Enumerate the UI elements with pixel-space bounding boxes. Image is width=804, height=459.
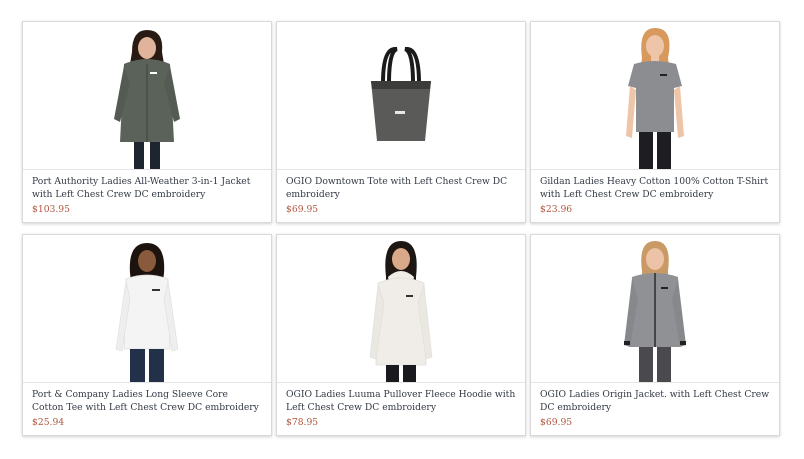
- product-card[interactable]: OGIO Downtown Tote with Left Chest Crew …: [276, 21, 526, 223]
- product-price: $103.95: [32, 204, 70, 215]
- product-price: $69.95: [286, 204, 319, 215]
- product-price: $23.96: [540, 204, 573, 215]
- product-card[interactable]: Port Authority Ladies All-Weather 3-in-1…: [22, 21, 272, 223]
- hoodie-woman-image: [369, 241, 433, 382]
- product-title[interactable]: OGIO Ladies Luuma Pullover Fleece Hoodie…: [286, 389, 516, 414]
- product-image[interactable]: [23, 235, 271, 383]
- product-image[interactable]: [277, 22, 525, 170]
- product-title[interactable]: Port & Company Ladies Long Sleeve Core C…: [32, 389, 262, 414]
- longsleeve-woman-image: [115, 243, 179, 382]
- product-price: $69.95: [540, 417, 573, 428]
- product-card[interactable]: OGIO Ladies Luuma Pullover Fleece Hoodie…: [276, 234, 526, 436]
- product-title[interactable]: OGIO Downtown Tote with Left Chest Crew …: [286, 176, 516, 201]
- product-image[interactable]: [531, 22, 779, 170]
- fleece-jacket-woman-image: [624, 241, 686, 382]
- product-image[interactable]: [531, 235, 779, 383]
- product-title[interactable]: Port Authority Ladies All-Weather 3-in-1…: [32, 176, 262, 201]
- product-card[interactable]: Port & Company Ladies Long Sleeve Core C…: [22, 234, 272, 436]
- tote-bag-image: [371, 46, 431, 141]
- product-grid: Port Authority Ladies All-Weather 3-in-1…: [22, 21, 780, 436]
- product-image[interactable]: [23, 22, 271, 170]
- jacket-woman-image: [114, 30, 180, 169]
- product-title[interactable]: OGIO Ladies Origin Jacket. with Left Che…: [540, 389, 770, 414]
- product-card[interactable]: OGIO Ladies Origin Jacket. with Left Che…: [530, 234, 780, 436]
- product-card[interactable]: Gildan Ladies Heavy Cotton 100% Cotton T…: [530, 21, 780, 223]
- product-title[interactable]: Gildan Ladies Heavy Cotton 100% Cotton T…: [540, 176, 770, 201]
- product-price: $25.94: [32, 417, 65, 428]
- product-image[interactable]: [277, 235, 525, 383]
- tshirt-woman-image: [626, 28, 684, 169]
- product-price: $78.95: [286, 417, 319, 428]
